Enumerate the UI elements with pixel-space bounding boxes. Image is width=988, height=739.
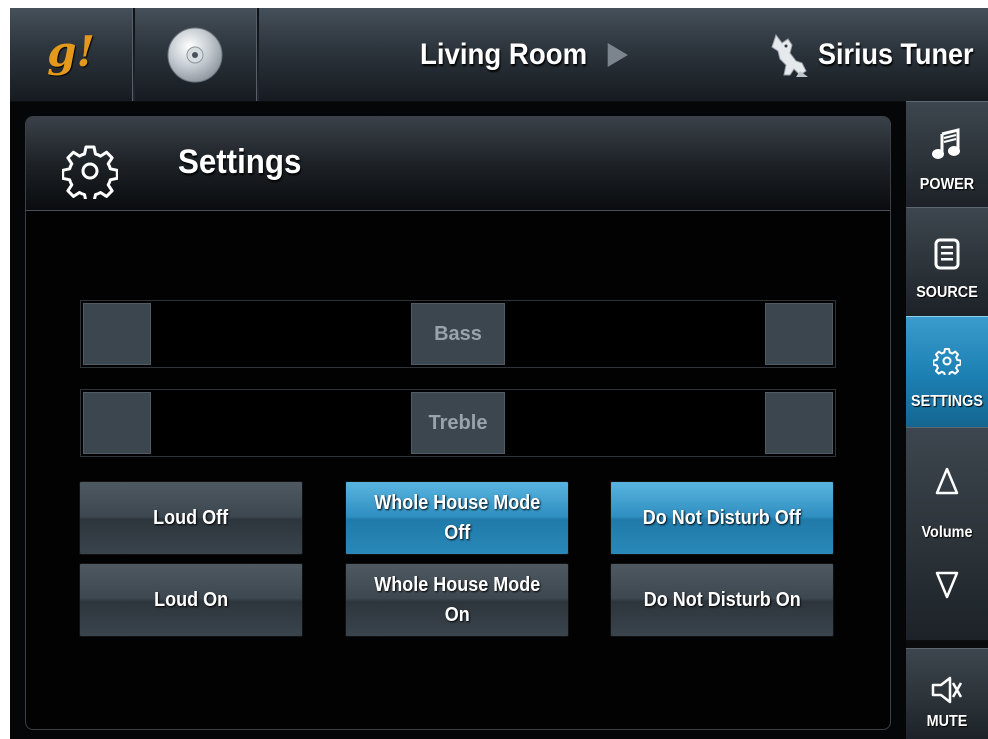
settings-label: SETTINGS (910, 393, 983, 410)
volume-control: Volume (906, 427, 988, 641)
music-note-icon (906, 128, 988, 160)
loud-on-button[interactable]: Loud On (79, 563, 303, 637)
sidebar: POWER SOURCE SETTINGS Volume MUTE (906, 101, 988, 739)
triangle-down-icon (935, 571, 959, 599)
treble-increase-button[interactable] (765, 392, 833, 454)
treble-decrease-button[interactable] (83, 392, 151, 454)
sidebar-item-mute[interactable]: MUTE (906, 648, 988, 739)
dnd-off-button[interactable]: Do Not Disturb Off (610, 481, 834, 555)
logo-text: g! (47, 27, 95, 76)
dnd-off-label: Do Not Disturb Off (643, 507, 801, 529)
whole-house-on-label: Whole House Mode On (373, 574, 540, 626)
app-frame: g! Living Room Sirius Tuner Settings Bas… (10, 8, 988, 739)
loud-off-label: Loud Off (153, 507, 229, 529)
source-label: SOURCE (916, 284, 978, 301)
bass-label[interactable]: Bass (411, 303, 505, 365)
dnd-on-button[interactable]: Do Not Disturb On (610, 563, 834, 637)
bass-slider[interactable]: Bass (80, 300, 836, 368)
whole-house-on-button[interactable]: Whole House Mode On (345, 563, 569, 637)
whole-house-off-label: Whole House Mode Off (373, 492, 540, 544)
gear-icon (62, 145, 118, 199)
page-title: Settings (178, 143, 302, 181)
power-label: POWER (919, 176, 975, 193)
settings-panel: Settings Bass Treble Loud Off Whole Hous… (25, 116, 891, 730)
sidebar-item-power[interactable]: POWER (906, 101, 988, 208)
treble-label[interactable]: Treble (411, 392, 505, 454)
treble-slider[interactable]: Treble (80, 389, 836, 457)
remote-icon (906, 238, 988, 270)
play-arrow-icon (607, 42, 628, 67)
top-bar: g! Living Room Sirius Tuner (10, 8, 988, 102)
volume-down-button[interactable] (906, 570, 988, 600)
triangle-up-icon (935, 467, 959, 495)
room-selector[interactable]: Living Room (420, 8, 628, 101)
dnd-on-label: Do Not Disturb On (643, 589, 801, 611)
loud-on-label: Loud On (154, 589, 228, 611)
source-indicator[interactable]: Sirius Tuner (766, 8, 988, 101)
sidebar-item-source[interactable]: SOURCE (906, 207, 988, 317)
volume-up-button[interactable] (906, 466, 988, 496)
disc-icon (167, 27, 223, 82)
mute-label: MUTE (926, 713, 968, 730)
bass-increase-button[interactable] (765, 303, 833, 365)
top-bar-divider (256, 8, 259, 101)
whole-house-off-button[interactable]: Whole House Mode Off (345, 481, 569, 555)
room-label: Living Room (420, 37, 588, 71)
speaker-mute-icon (906, 675, 988, 705)
sidebar-item-settings[interactable]: SETTINGS (906, 316, 988, 428)
logo-button[interactable]: g! (10, 8, 132, 101)
tuner-label: Sirius Tuner (818, 37, 974, 71)
sirius-dog-icon (771, 33, 808, 77)
bass-decrease-button[interactable] (83, 303, 151, 365)
panel-header: Settings (26, 117, 890, 211)
media-disc-button[interactable] (134, 8, 256, 101)
loud-off-button[interactable]: Loud Off (79, 481, 303, 555)
volume-label: Volume (921, 524, 973, 541)
gear-icon (906, 347, 988, 375)
